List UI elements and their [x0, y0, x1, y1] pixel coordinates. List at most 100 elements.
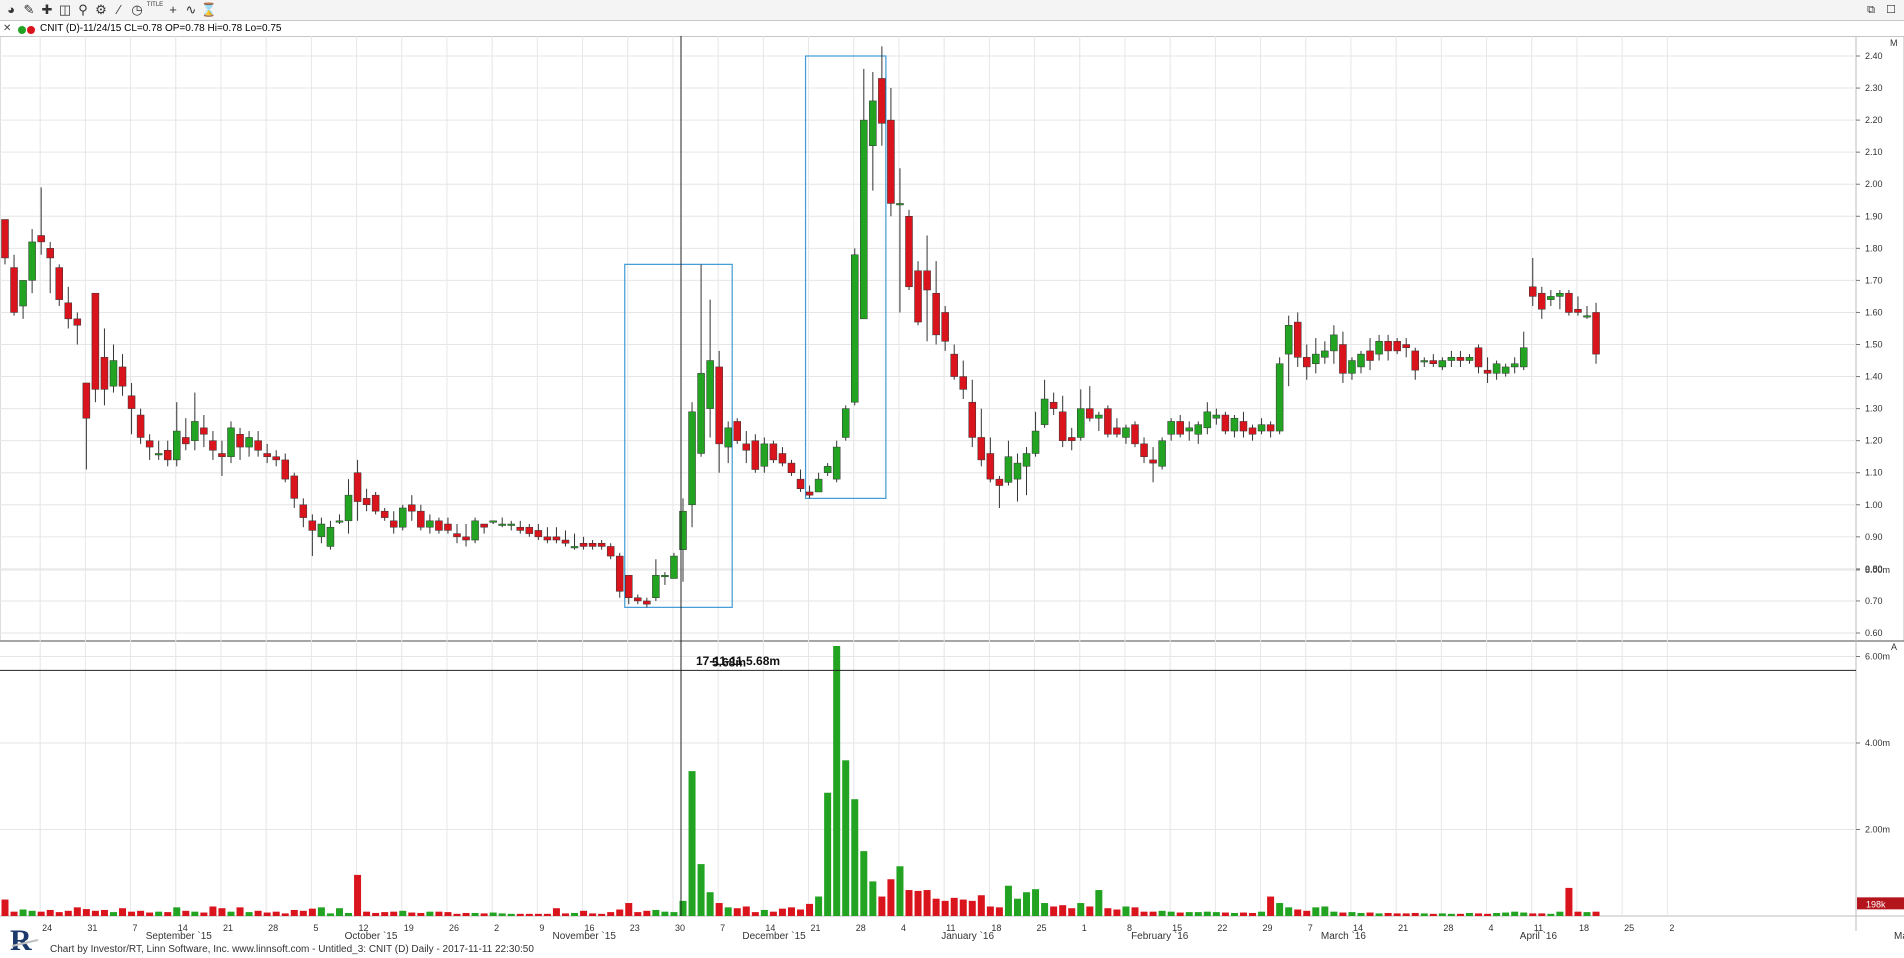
volume-bar	[643, 910, 651, 916]
candle-body	[118, 366, 127, 387]
title-icon[interactable]: TITLE	[146, 1, 164, 19]
volume-bar	[824, 792, 832, 916]
clock-icon[interactable]: ◷	[128, 1, 146, 19]
volume-tick-label: 2.00m	[1865, 825, 1890, 835]
bars-icon[interactable]: ◫	[56, 1, 74, 19]
candle-body	[1519, 347, 1528, 368]
candle-body	[1592, 312, 1600, 355]
candle-body	[109, 360, 118, 387]
hourglass-icon[interactable]: ⌛	[200, 1, 218, 19]
chart-area[interactable]: 2.40 2.30 2.20 2.10 2.00 1.90 1.80 1.70 1.60 1.50…	[0, 36, 1904, 942]
volume-bar	[778, 908, 786, 916]
candle-body	[263, 453, 271, 457]
day-tick-label: 24	[42, 923, 52, 933]
volume-bar	[426, 911, 434, 916]
candle-body	[1203, 411, 1212, 429]
price-panel-corner-label[interactable]: M	[1890, 38, 1898, 48]
volume-bar	[1294, 909, 1302, 916]
day-tick-label: 29	[1263, 923, 1273, 933]
volume-bar	[1438, 913, 1446, 916]
candle-body	[1565, 292, 1573, 313]
volume-bar	[1267, 896, 1275, 916]
volume-bar	[1140, 911, 1148, 916]
pencil-icon[interactable]: ✎	[20, 1, 38, 19]
volume-bar	[878, 896, 886, 916]
candle-body	[760, 443, 769, 467]
candle-body	[308, 520, 317, 531]
candle-body	[1583, 315, 1591, 318]
wave-icon[interactable]: ∿	[182, 1, 200, 19]
day-tick-label: 22	[1217, 923, 1227, 933]
candle-body	[417, 510, 425, 528]
candle-body	[787, 462, 796, 473]
candle-body	[1510, 363, 1519, 368]
candle-body	[615, 555, 624, 592]
candles	[1, 46, 1600, 608]
volume-bar	[1122, 906, 1130, 916]
zoom-icon[interactable]: ⚲	[74, 1, 92, 19]
volume-bar	[1, 899, 9, 916]
candle-body	[1040, 398, 1049, 425]
day-tick-label: 25	[1624, 923, 1634, 933]
day-tick-label: 9	[539, 923, 544, 933]
volume-panel-corner-label[interactable]: A	[1891, 642, 1897, 652]
volume-bar	[787, 907, 795, 916]
volume-bar	[986, 906, 994, 916]
volume-bar	[462, 912, 470, 916]
volume-bar	[1420, 913, 1428, 916]
volume-bar	[1565, 887, 1573, 916]
restore-icon[interactable]: ⧉	[1862, 1, 1880, 19]
candle-body	[661, 575, 669, 578]
volume-bar	[191, 911, 199, 916]
candle-body	[173, 430, 181, 461]
volume-bar	[236, 907, 244, 916]
month-label: October `15	[345, 930, 398, 942]
volume-bar	[335, 908, 343, 916]
volume-bar	[37, 911, 45, 916]
volume-bar	[706, 892, 714, 916]
volume-bar	[46, 909, 54, 916]
candle-body	[1248, 427, 1257, 435]
candle-body	[127, 395, 136, 409]
volume-bar	[751, 912, 759, 916]
volume-bar	[1330, 911, 1338, 916]
volume-bar	[1520, 912, 1528, 916]
volume-bar	[1285, 907, 1293, 916]
volume-bar	[1456, 913, 1464, 916]
line-icon[interactable]: ∕	[110, 1, 128, 19]
volume-bar	[326, 913, 334, 916]
gear-icon[interactable]: ⚙	[92, 1, 110, 19]
candle-body	[344, 494, 353, 522]
candle-body	[1411, 350, 1419, 371]
candle-body	[1221, 414, 1230, 432]
maximize-icon[interactable]: ☐	[1882, 1, 1900, 19]
volume-bar	[561, 913, 569, 916]
candle-body	[986, 453, 995, 480]
volume-bar	[10, 911, 18, 916]
candle-body	[1104, 408, 1112, 435]
candle-body	[100, 357, 109, 390]
annotation-boxes[interactable]	[624, 55, 887, 608]
candle-body	[588, 542, 597, 547]
volume-bar	[453, 913, 461, 916]
volume-bar	[254, 910, 262, 916]
volume-bar	[1230, 912, 1238, 916]
candle-body	[435, 520, 443, 531]
day-tick-label: 23	[630, 923, 640, 933]
volume-bar	[1574, 911, 1582, 916]
close-icon[interactable]: ✕	[3, 21, 11, 36]
pie-icon[interactable]: ◕	[2, 1, 20, 19]
volume-bar	[887, 879, 895, 916]
volume-bar	[1167, 911, 1175, 916]
candle-body	[1574, 308, 1582, 313]
candle-body	[1529, 286, 1537, 297]
grid	[0, 36, 1904, 931]
candle-body	[299, 504, 308, 518]
plus-icon[interactable]: +	[164, 1, 182, 19]
candle-body	[55, 267, 63, 300]
candle-body	[1140, 443, 1148, 457]
crosshair-icon[interactable]: ✚	[38, 1, 56, 19]
candle-body	[1402, 344, 1410, 348]
price-tick-label: 1.70	[1865, 275, 1883, 285]
volume-bar	[959, 899, 967, 916]
